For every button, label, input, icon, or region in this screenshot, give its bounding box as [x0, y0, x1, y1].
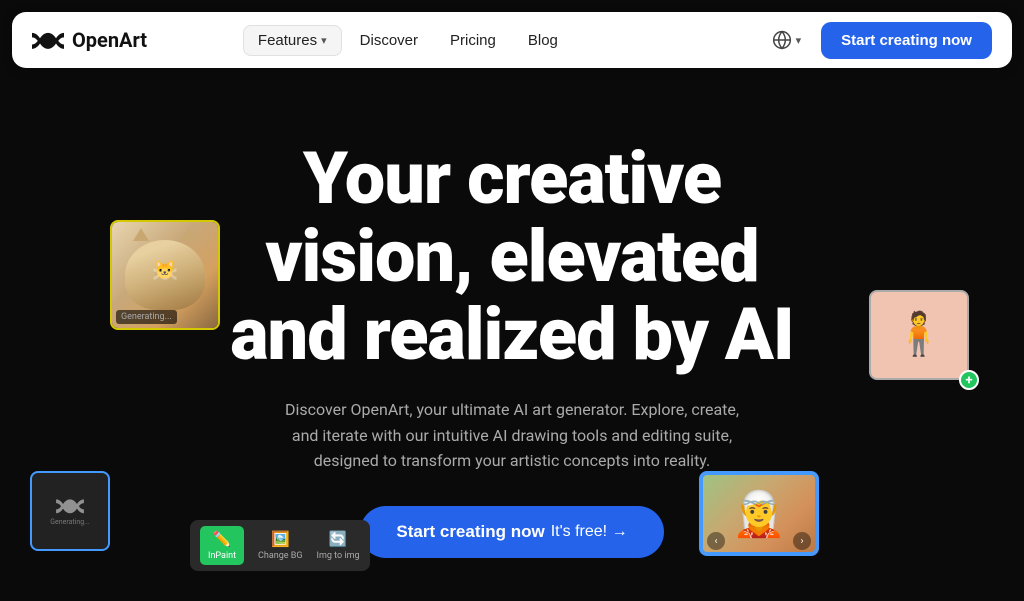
nav-right: ▾ Start creating now: [764, 22, 992, 59]
openart-logo-small: [56, 497, 84, 514]
left-arrow-icon[interactable]: ‹: [707, 532, 725, 550]
generating-label-2: Generating...: [50, 518, 89, 526]
nav-features[interactable]: Features ▾: [243, 25, 342, 56]
nav-blog[interactable]: Blog: [514, 26, 572, 55]
generating-label-1: Generating...: [116, 310, 177, 324]
logo[interactable]: OpenArt: [32, 28, 147, 52]
float-toolbar: ✏️ InPaint 🖼️ Change BG 🔄 Img to img: [190, 520, 370, 571]
logo-icon: [32, 30, 64, 50]
float-card-generating-cat: 🐱 Generating...: [110, 220, 220, 330]
float-card-character: 🧍 ↖ +: [869, 290, 969, 380]
toolbar-inpaint[interactable]: ✏️ InPaint: [200, 526, 244, 565]
card-navigation-arrows: ‹ ›: [701, 532, 817, 550]
nav-pricing[interactable]: Pricing: [436, 26, 510, 55]
toolbar-change-bg[interactable]: 🖼️ Change BG: [258, 530, 302, 561]
hero-title: Your creative vision, elevated and reali…: [230, 140, 793, 373]
chevron-down-icon: ▾: [321, 34, 327, 47]
float-card-expanded: 🧝 ‹ › Expanded: [799, 491, 929, 581]
hero-subtitle: Discover OpenArt, your ultimate AI art g…: [272, 397, 752, 474]
logo-text: OpenArt: [72, 28, 147, 52]
add-icon: +: [959, 370, 979, 390]
globe-button[interactable]: ▾: [764, 24, 810, 56]
globe-chevron-icon: ▾: [796, 34, 802, 47]
expanded-card-image: 🧝 ‹ › Expanded: [699, 471, 819, 556]
globe-icon: [772, 30, 792, 50]
navbar: OpenArt Features ▾ Discover Pricing Blog…: [12, 12, 1012, 68]
logo-watermark: [153, 266, 177, 285]
toolbar-img-to-img[interactable]: 🔄 Img to img: [317, 530, 360, 561]
nav-cta-button[interactable]: Start creating now: [821, 22, 992, 59]
float-card-small: Generating...: [30, 471, 110, 551]
right-arrow-icon[interactable]: ›: [793, 532, 811, 550]
hero-cta-button[interactable]: Start creating now It's free! →: [360, 506, 663, 558]
nav-discover[interactable]: Discover: [346, 26, 432, 55]
nav-links: Features ▾ Discover Pricing Blog: [243, 25, 572, 56]
